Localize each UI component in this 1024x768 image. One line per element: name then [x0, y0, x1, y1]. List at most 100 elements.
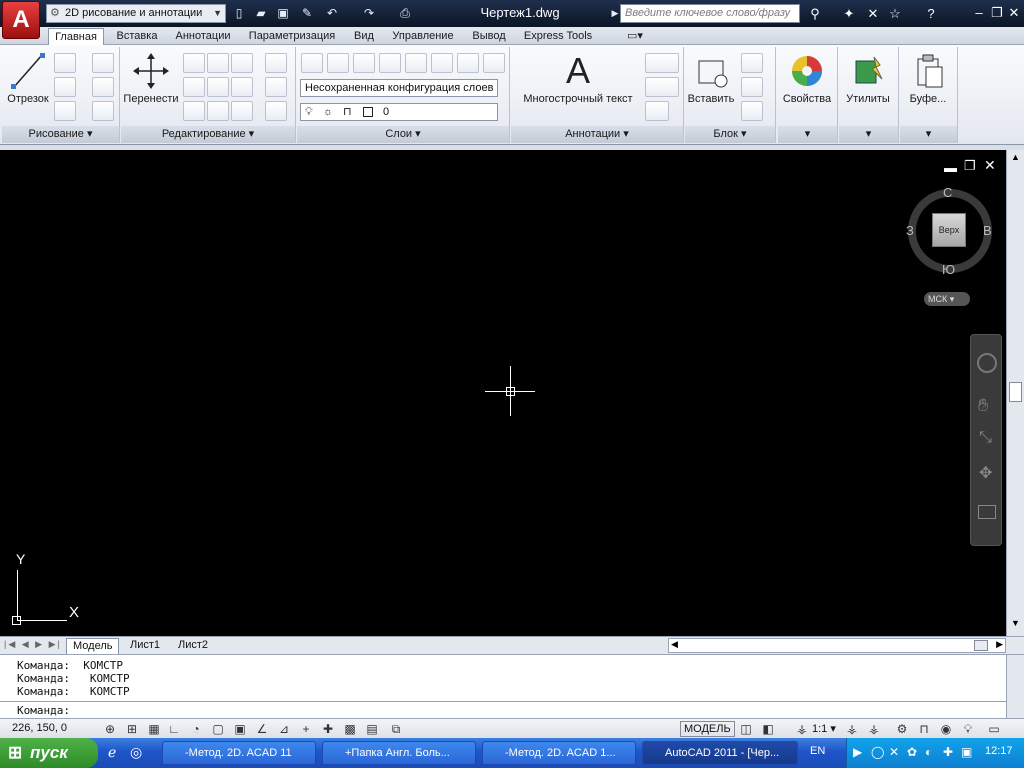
open-folder-icon[interactable]: ▰: [252, 5, 270, 22]
taskbar-item-folder-1[interactable]: -Метод. 2D. ACAD 11: [162, 741, 316, 765]
3d-osnap-icon[interactable]: ▣: [230, 720, 250, 738]
trim-icon[interactable]: [231, 53, 253, 73]
annotation-visibility-icon[interactable]: ⚶: [842, 720, 862, 738]
ribbon-minimize-icon[interactable]: ▭▾: [620, 28, 650, 45]
tab-nav-arrows-icon[interactable]: |◀ ◀ ▶ ▶|: [4, 639, 62, 650]
viewport-minimize-icon[interactable]: ▬: [944, 160, 957, 175]
tab-home[interactable]: Главная: [48, 28, 104, 45]
explode-icon[interactable]: [265, 77, 287, 97]
tray-network-icon[interactable]: ✕: [889, 745, 899, 759]
current-layer-combo[interactable]: 💡︎ ☼ ⊓ 0: [300, 103, 498, 121]
grid-icon[interactable]: ⊞: [122, 720, 142, 738]
ortho-icon[interactable]: ∟: [164, 720, 184, 738]
leader-icon[interactable]: [645, 77, 679, 97]
quick-properties-icon[interactable]: ▤: [362, 720, 382, 738]
quick-launch-icon[interactable]: ◎: [130, 744, 142, 761]
tools-icon[interactable]: ✦: [840, 5, 858, 22]
circle-icon[interactable]: [54, 77, 76, 97]
tab-manage[interactable]: Управление: [386, 28, 460, 45]
layer-match-icon[interactable]: [457, 53, 479, 73]
transparency-icon[interactable]: ▩: [340, 720, 360, 738]
tab-annotate[interactable]: Аннотации: [170, 28, 236, 45]
close-icon[interactable]: ✕: [1005, 4, 1023, 22]
tab-express-tools[interactable]: Express Tools: [518, 28, 598, 45]
minimize-icon[interactable]: –: [970, 4, 988, 22]
start-button[interactable]: ⊞ пуск: [0, 738, 98, 768]
tray-opera-icon[interactable]: ◯: [871, 745, 884, 759]
steering-wheel-icon[interactable]: [977, 353, 997, 373]
insert-block-button[interactable]: Вставить: [685, 51, 737, 105]
selection-cycling-icon[interactable]: ⧉: [386, 720, 406, 738]
annotation-scale-value[interactable]: 1:1 ▾: [812, 722, 836, 735]
communication-center-icon[interactable]: ✕: [864, 5, 882, 22]
horizontal-scrollbar[interactable]: ◀ ▶: [668, 638, 1006, 653]
isolate-objects-icon[interactable]: 💡︎: [958, 720, 978, 738]
tab-insert[interactable]: Вставка: [110, 28, 164, 45]
layer-isolate-icon[interactable]: [353, 53, 375, 73]
command-scrollbar[interactable]: [1006, 655, 1024, 719]
polar-icon[interactable]: ◔: [186, 720, 206, 738]
stretch-icon[interactable]: [183, 101, 205, 121]
taskbar-item-autocad[interactable]: AutoCAD 2011 - [Чер...: [642, 741, 798, 765]
pan-hand-icon[interactable]: ✋︎: [978, 395, 988, 416]
dimension-icon[interactable]: [645, 53, 679, 73]
quick-view-drawings-icon[interactable]: ◧: [758, 720, 778, 738]
clean-screen-icon[interactable]: ▭: [984, 720, 1004, 738]
annotation-scale-icon[interactable]: ⚶: [792, 720, 812, 738]
ducs-icon[interactable]: ⊿: [274, 720, 294, 738]
layer-state-icon[interactable]: [327, 53, 349, 73]
panel-utilities-label[interactable]: ▾: [839, 126, 898, 143]
taskbar-item-word-doc[interactable]: -Метод. 2D. ACAD 1...: [482, 741, 636, 765]
hatch-icon[interactable]: [92, 101, 114, 121]
panel-properties-label[interactable]: ▾: [778, 126, 837, 143]
showmotion-icon[interactable]: [978, 505, 996, 519]
panel-block-label[interactable]: Блок ▾: [685, 126, 775, 143]
ucs-menu[interactable]: МСК ▾: [924, 292, 970, 306]
tab-view[interactable]: Вид: [348, 28, 380, 45]
polyline-icon[interactable]: [54, 53, 76, 73]
tray-update-icon[interactable]: ◐: [925, 745, 932, 759]
tab-output[interactable]: Вывод: [466, 28, 512, 45]
viewcube-east[interactable]: В: [983, 223, 992, 238]
layout-tab-model[interactable]: Модель: [66, 638, 120, 654]
zoom-extents-icon[interactable]: ⤡: [979, 429, 992, 447]
clipboard-button[interactable]: Буфе...: [900, 51, 956, 105]
table-icon[interactable]: [645, 101, 669, 121]
move-button[interactable]: Перенести: [123, 51, 179, 105]
layer-properties-icon[interactable]: [301, 53, 323, 73]
layout-tab-sheet1[interactable]: Лист1: [124, 638, 166, 654]
tray-language-icon[interactable]: ▣: [961, 745, 972, 759]
array-icon[interactable]: [231, 101, 253, 121]
vertical-scrollbar[interactable]: ▲ ▼: [1006, 150, 1024, 636]
undo-icon[interactable]: ↶: [323, 5, 341, 22]
viewcube-top-face[interactable]: Верх: [932, 213, 966, 247]
lineweight-icon[interactable]: ✚: [318, 720, 338, 738]
rectangle-icon[interactable]: [92, 77, 114, 97]
save-icon[interactable]: ▣: [274, 5, 292, 22]
panel-draw-label[interactable]: Рисование ▾: [2, 126, 119, 143]
scroll-down-icon[interactable]: ▼: [1009, 618, 1022, 632]
drawing-canvas[interactable]: ▬ ❐ ✕ Верх С Ю З В МСК ▾ ✋︎ ⤡ ✥ Y X: [0, 150, 1006, 636]
layer-off-icon[interactable]: [431, 53, 453, 73]
layout-tab-sheet2[interactable]: Лист2: [172, 638, 214, 654]
ie-icon[interactable]: ℯ: [108, 744, 116, 761]
toolbar-lock-icon[interactable]: ⊓: [914, 720, 934, 738]
auto-scale-icon[interactable]: ⚶: [864, 720, 884, 738]
layer-previous-icon[interactable]: [483, 53, 505, 73]
mtext-button[interactable]: A Многострочный текст: [515, 51, 641, 106]
dynamic-input-icon[interactable]: +: [296, 720, 316, 738]
taskbar-item-folder-2[interactable]: +Папка Англ. Боль...: [322, 741, 476, 765]
panel-layers-label[interactable]: Слои ▾: [297, 126, 509, 143]
binoculars-icon[interactable]: ⚲: [806, 5, 824, 22]
scroll-thumb[interactable]: [1009, 382, 1022, 402]
mirror-icon[interactable]: [183, 77, 205, 97]
workspace-switch-icon[interactable]: ⚙: [892, 720, 912, 738]
erase-icon[interactable]: [265, 53, 287, 73]
layer-freeze-icon[interactable]: [405, 53, 427, 73]
scroll-left-icon[interactable]: ◀: [671, 639, 678, 650]
hscroll-thumb[interactable]: [974, 640, 988, 651]
mirror-triangle-icon[interactable]: [231, 77, 253, 97]
ellipse-icon[interactable]: [54, 101, 76, 121]
tray-media-icon[interactable]: ▶: [853, 745, 862, 759]
language-indicator[interactable]: EN: [810, 745, 825, 757]
